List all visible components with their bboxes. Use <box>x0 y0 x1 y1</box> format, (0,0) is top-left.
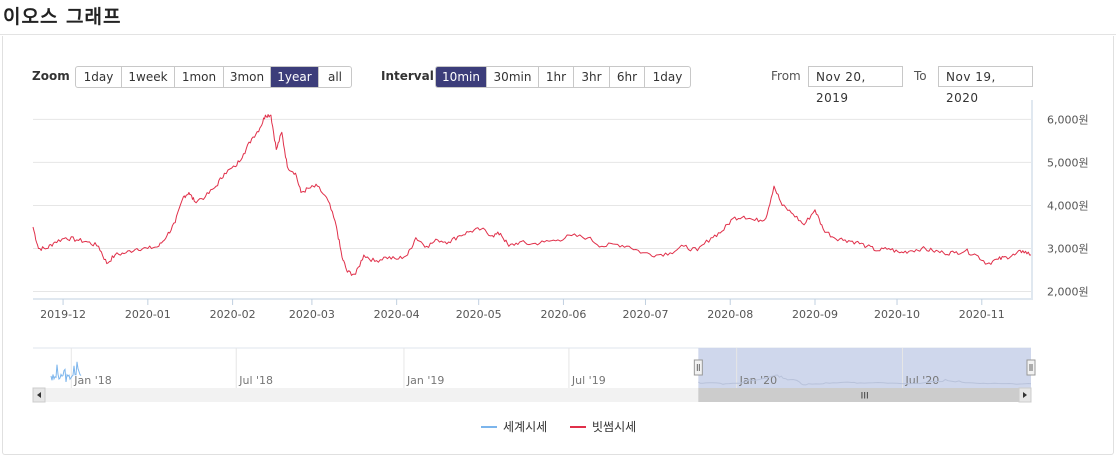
navigator-tick-label: Jul '18 <box>238 374 273 387</box>
y-tick-label: 2,000원 <box>1047 286 1089 299</box>
x-axis-labels: 2019-12 2020-01 2020-02 2020-03 2020-04 2020-… <box>40 299 1005 321</box>
navigator[interactable]: Jan '18 Jul '18 Jan '19 Jul '19 Jan '20 Jul '… <box>32 347 1036 403</box>
x-tick-label: 2020-08 <box>707 308 753 321</box>
x-tick-label: 2020-10 <box>874 308 920 321</box>
navigator-left-handle[interactable] <box>693 359 703 376</box>
grid-lines <box>33 100 1033 300</box>
navigator-tick-label: Jan '20 <box>739 374 777 387</box>
navigator-tick-label: Jul '20 <box>904 374 939 387</box>
series-layer <box>32 114 1031 276</box>
legend-swatch-world <box>481 425 497 428</box>
y-tick-label: 6,000원 <box>1047 113 1089 126</box>
legend-swatch-bithumb <box>570 425 586 428</box>
y-tick-label: 5,000원 <box>1047 156 1089 169</box>
x-tick-label: 2020-01 <box>125 308 171 321</box>
legend-label-bithumb: 빗썸시세 <box>592 420 637 434</box>
y-tick-label: 3,000원 <box>1047 243 1089 256</box>
legend-item-bithumb[interactable]: 빗썸시세 <box>570 418 636 435</box>
x-tick-label: 2020-04 <box>374 308 420 321</box>
legend-item-world[interactable]: 세계시세 <box>481 418 547 435</box>
x-tick-label: 2020-02 <box>210 308 256 321</box>
scrollbar-grip: III <box>861 392 869 402</box>
x-tick-label: 2020-11 <box>959 308 1005 321</box>
navigator-tick-label: Jan '18 <box>73 374 111 387</box>
x-tick-label: 2020-06 <box>540 308 586 321</box>
price-chart: 6,000원5,000원4,000원3,000원2,000원 2019-12 20… <box>32 100 1089 403</box>
series-line-bithumb <box>32 114 1031 276</box>
navigator-tick-label: Jul '19 <box>571 374 606 387</box>
x-tick-label: 2020-09 <box>792 308 838 321</box>
x-tick-label: 2020-05 <box>456 308 502 321</box>
x-tick-label: 2020-07 <box>622 308 668 321</box>
legend-label-world: 세계시세 <box>503 420 548 434</box>
navigator-right-handle[interactable] <box>1026 359 1036 376</box>
x-tick-label: 2019-12 <box>40 308 86 321</box>
x-tick-label: 2020-03 <box>289 308 335 321</box>
navigator-tick-label: Jan '19 <box>406 374 444 387</box>
y-tick-label: 4,000원 <box>1047 199 1089 212</box>
y-axis-labels: 6,000원 5,000원 4,000원 3,000원 2,000원 <box>1047 113 1089 298</box>
